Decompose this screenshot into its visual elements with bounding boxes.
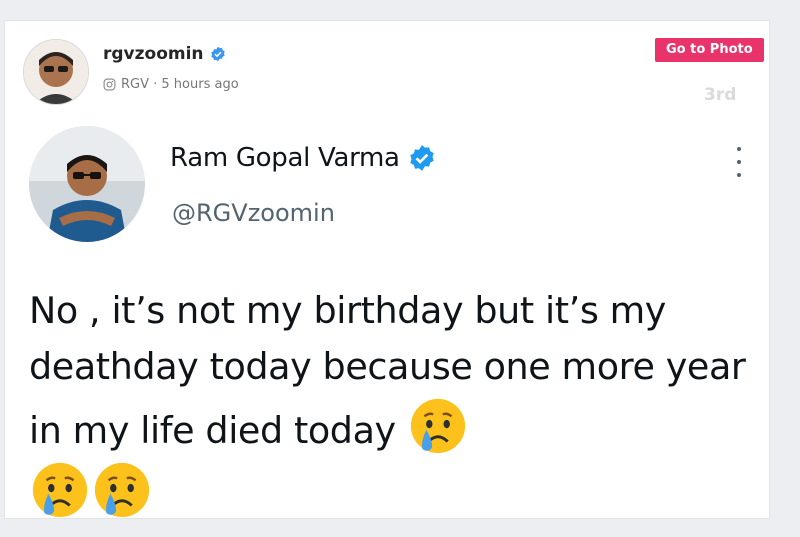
post-meta-text: RGV · 5 hours ago xyxy=(121,77,239,92)
instagram-icon xyxy=(103,78,116,91)
crying-face-emoji-icon xyxy=(91,459,153,521)
author-row: rgvzoomin xyxy=(103,44,226,64)
tweet-author-handle[interactable]: @RGVzoomin xyxy=(172,199,335,227)
tweet-author-name[interactable]: Ram Gopal Varma xyxy=(170,143,400,173)
crying-face-emoji-icon xyxy=(407,395,469,457)
go-to-photo-button[interactable]: Go to Photo xyxy=(655,38,764,62)
tweet-author-row: Ram Gopal Varma xyxy=(170,143,436,173)
author-avatar[interactable] xyxy=(23,39,89,105)
tweet-text-content: No , it’s not my birthday but it’s my de… xyxy=(29,289,746,452)
post-meta: RGV · 5 hours ago xyxy=(103,77,239,92)
tweet-text: No , it’s not my birthday but it’s my de… xyxy=(29,283,754,523)
page-marker: 3rd xyxy=(704,85,737,105)
tweet-author-avatar[interactable] xyxy=(29,126,145,242)
crying-face-emoji-icon xyxy=(29,459,91,521)
author-username[interactable]: rgvzoomin xyxy=(103,44,204,64)
more-options-icon[interactable] xyxy=(732,147,746,177)
verified-icon xyxy=(408,144,436,172)
verified-icon xyxy=(210,46,226,62)
post-card: rgvzoomin RGV · 5 hours ago Go to Photo … xyxy=(4,20,770,519)
